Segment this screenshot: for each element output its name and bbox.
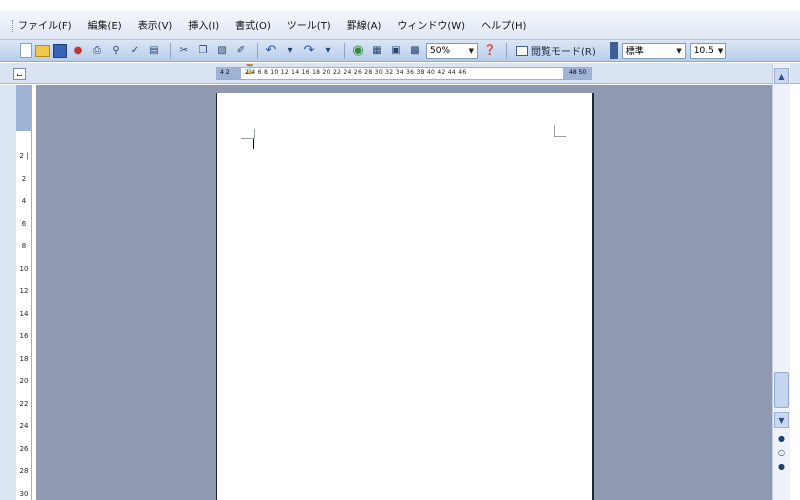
reading-mode-icon <box>516 45 528 56</box>
open-folder-icon[interactable] <box>35 44 50 57</box>
help-icon[interactable]: ❓ <box>482 43 498 59</box>
insert-excel-icon[interactable]: ▩ <box>407 43 423 59</box>
toolbar-separator <box>257 42 258 59</box>
reading-mode-label: 閲覧モード(R) <box>531 47 596 58</box>
permission-icon[interactable]: ● <box>70 43 86 59</box>
scrollbar-thumb[interactable] <box>774 372 789 408</box>
undo-icon[interactable]: ↶ <box>263 43 279 59</box>
document-page[interactable] <box>216 93 594 500</box>
tab-selector[interactable]: ⌙ <box>13 68 26 80</box>
vertical-ruler-numbers: 2 | 2 4 6 8 10 12 14 16 18 20 22 24 26 2… <box>19 152 29 498</box>
text-cursor <box>253 139 254 149</box>
hyperlink-icon[interactable]: ◉ <box>350 43 366 59</box>
paste-icon[interactable]: ▧ <box>214 43 230 59</box>
redo-dropdown-icon[interactable]: ▾ <box>320 43 336 59</box>
font-size-combo[interactable]: 10.5 ▼ <box>689 42 726 59</box>
ruler-left-numbers: 4 2 <box>220 69 230 76</box>
cut-icon[interactable]: ✂ <box>176 43 192 59</box>
scroll-down-button[interactable]: ▼ <box>774 412 789 428</box>
save-icon[interactable] <box>53 43 67 58</box>
chevron-down-icon[interactable]: ▼ <box>718 47 723 55</box>
redo-icon[interactable]: ↷ <box>301 43 317 59</box>
previous-page-icon[interactable]: ● <box>778 434 785 443</box>
research-icon[interactable]: ▤ <box>146 43 162 59</box>
zoom-value: 50% <box>430 45 451 56</box>
style-value: 標準 <box>625 47 644 57</box>
menu-file[interactable]: ファイル(F) <box>18 17 72 32</box>
scroll-up-button[interactable]: ▲ <box>774 68 789 84</box>
chevron-down-icon[interactable]: ▼ <box>676 47 681 55</box>
menu-insert[interactable]: 挿入(I) <box>188 17 219 32</box>
left-gutter <box>0 85 16 500</box>
menu-bar: ファイル(F) 編集(E) 表示(V) 挿入(I) 書式(O) ツール(T) 罫… <box>0 10 800 40</box>
menu-window[interactable]: ウィンドウ(W) <box>397 17 465 32</box>
new-document-icon[interactable] <box>20 43 32 58</box>
font-size-value: 10.5 <box>693 45 714 56</box>
insert-table-icon[interactable]: ▣ <box>388 43 404 59</box>
styles-pane-icon[interactable] <box>609 42 618 59</box>
horizontal-ruler[interactable]: 4 2 ⌛ 2 4 6 8 10 12 14 16 18 20 22 24 26… <box>216 65 592 80</box>
zoom-combo[interactable]: 50% ▼ <box>426 42 478 59</box>
style-combo[interactable]: 標準 ▼ <box>621 42 686 59</box>
tables-borders-icon[interactable]: ▦ <box>369 43 385 59</box>
menu-edit[interactable]: 編集(E) <box>88 17 122 32</box>
menu-format[interactable]: 書式(O) <box>235 17 271 32</box>
menu-view[interactable]: 表示(V) <box>138 17 173 32</box>
ruler-ticks: 2 4 6 8 10 12 14 16 18 20 22 24 26 28 30… <box>245 69 467 76</box>
menu-table[interactable]: 罫線(A) <box>347 17 382 32</box>
chevron-down-icon[interactable]: ▼ <box>469 47 474 55</box>
crop-mark-top-right <box>554 125 566 137</box>
print-icon[interactable]: ⎙ <box>89 43 105 59</box>
reading-mode-button[interactable]: 閲覧モード(R) <box>512 43 600 58</box>
format-painter-icon[interactable]: ✐ <box>233 43 249 59</box>
crop-mark-top-left <box>241 129 255 139</box>
vertical-ruler[interactable]: 2 | 2 4 6 8 10 12 14 16 18 20 22 24 26 2… <box>16 85 32 500</box>
vertical-ruler-margin <box>16 85 31 131</box>
toolbar-grip[interactable] <box>12 20 15 32</box>
menu-help[interactable]: ヘルプ(H) <box>481 17 526 32</box>
next-page-icon[interactable]: ● <box>778 462 785 471</box>
ruler-bar: ⌙ 4 2 ⌛ 2 4 6 8 10 12 14 16 18 20 22 24 … <box>0 63 800 84</box>
ruler-right-numbers: 48 50 <box>569 69 587 76</box>
standard-toolbar: ● ⎙ ⚲ ✓ ▤ ✂ ❐ ▧ ✐ ↶ ▾ ↷ ▾ ◉ ▦ ▣ ▩ 50% ▼ … <box>0 40 800 62</box>
copy-icon[interactable]: ❐ <box>195 43 211 59</box>
undo-dropdown-icon[interactable]: ▾ <box>282 43 298 59</box>
ruler-right-margin: 48 50 <box>563 68 591 79</box>
select-browse-object-icon[interactable]: ○ <box>778 448 785 457</box>
toolbar-separator <box>170 42 171 59</box>
vertical-scrollbar[interactable]: ▲ ▼ ● ○ ● <box>772 64 790 500</box>
toolbar-separator <box>344 42 345 59</box>
toolbar-separator <box>506 42 507 59</box>
menu-tools[interactable]: ツール(T) <box>287 17 331 32</box>
spelling-icon[interactable]: ✓ <box>127 43 143 59</box>
ruler-left-margin: 4 2 <box>217 68 241 79</box>
print-preview-icon[interactable]: ⚲ <box>108 43 124 59</box>
